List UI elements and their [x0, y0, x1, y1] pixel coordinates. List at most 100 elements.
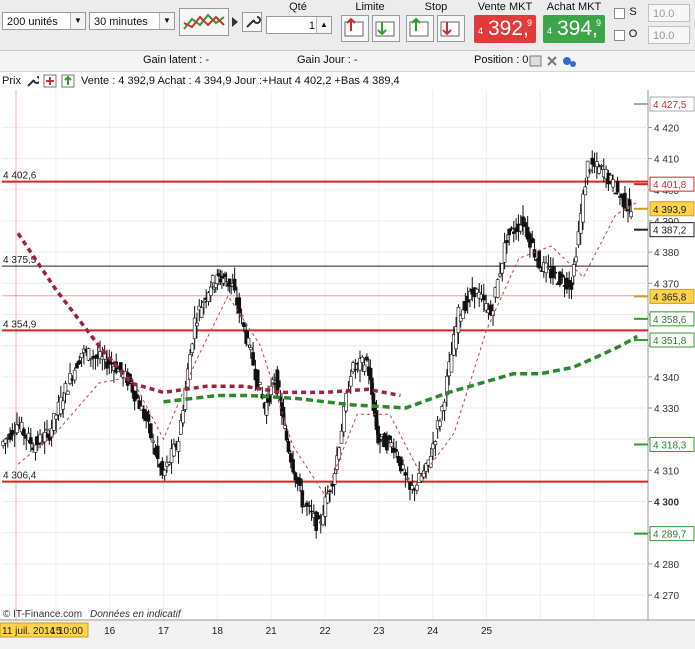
- stop-sell-icon: [440, 21, 460, 37]
- gear-icon[interactable]: [561, 53, 577, 69]
- wrench-icon[interactable]: [242, 12, 262, 32]
- position-detail-icon[interactable]: [529, 54, 543, 68]
- candle-body: [210, 275, 215, 284]
- candle-body: [277, 380, 281, 388]
- candle-body: [65, 390, 70, 395]
- candle-body: [77, 360, 82, 364]
- candle-body: [79, 352, 84, 358]
- gain-latent: Gain latent : -: [143, 54, 210, 66]
- limit-buy-button[interactable]: [341, 15, 369, 42]
- candle-body: [29, 437, 33, 445]
- candle-body: [405, 477, 410, 480]
- candle-body: [242, 322, 246, 327]
- y-tick-label: 4 410: [654, 155, 679, 166]
- limit-buy-icon: [344, 17, 364, 37]
- candle-body: [428, 456, 433, 468]
- candle-body: [42, 432, 47, 443]
- collapse-arrow-icon[interactable]: [230, 14, 240, 30]
- candle-body: [316, 515, 321, 520]
- o-input[interactable]: 10.0: [648, 26, 690, 44]
- candle-body: [328, 490, 332, 493]
- buy-price-main: 394,: [557, 17, 598, 40]
- price-chart[interactable]: 4 2704 2804 3004 3104 3304 3404 3604 370…: [0, 0, 695, 649]
- chevron-down-icon: ▼: [70, 13, 85, 29]
- x-tick-label: 17: [158, 626, 170, 637]
- s-checkbox[interactable]: [614, 8, 625, 19]
- candle-body: [463, 301, 468, 312]
- candle-body: [246, 337, 251, 346]
- s-label: S: [629, 6, 637, 18]
- candle-body: [590, 157, 595, 165]
- qty-input[interactable]: 1 ▲: [266, 16, 332, 34]
- candle-body: [546, 266, 551, 268]
- s-input[interactable]: 10.0: [648, 4, 690, 22]
- candle-body: [442, 401, 447, 411]
- sell-mkt-button[interactable]: 4 392, 9: [474, 15, 536, 43]
- o-checkbox[interactable]: [614, 30, 625, 41]
- y-tick-label: 4 370: [654, 279, 679, 290]
- wrench-icon[interactable]: [25, 74, 39, 88]
- candle-body: [232, 278, 237, 291]
- y-tick-label: 4 340: [654, 373, 679, 384]
- candle-body: [188, 354, 192, 380]
- price-tag-label: 4 393,9: [653, 205, 687, 216]
- level-label: 4 354,9: [3, 319, 37, 330]
- candle-body: [325, 493, 330, 504]
- candle-body: [248, 347, 253, 350]
- add-indicator-icon[interactable]: [43, 74, 57, 88]
- green-arrow-icon[interactable]: [61, 74, 75, 88]
- gain-jour: Gain Jour : -: [297, 54, 358, 66]
- candle-body: [553, 271, 558, 274]
- candle-body: [498, 273, 502, 277]
- candle-body: [558, 271, 562, 285]
- x-tick-label: 11 juil. 2014 10:00: [2, 626, 83, 637]
- units-value: 200 unités: [7, 16, 58, 28]
- stop-sell-button[interactable]: [437, 15, 465, 42]
- price-tag-label: 4 289,7: [653, 530, 687, 541]
- candle-body: [537, 250, 541, 269]
- candle-body: [576, 231, 581, 246]
- candle-body: [190, 343, 195, 353]
- qty-value: 1: [308, 20, 315, 32]
- candle-body: [181, 410, 185, 424]
- y-tick-label: 4 310: [654, 466, 679, 477]
- indicators-chart-icon[interactable]: [179, 8, 229, 36]
- x-tick-label: 23: [373, 626, 385, 637]
- chevron-down-icon: ▼: [159, 13, 174, 29]
- units-select[interactable]: 200 unités ▼: [2, 12, 86, 30]
- stepper-icon[interactable]: ▲: [316, 17, 331, 33]
- candle-body: [544, 262, 548, 274]
- candle-body: [195, 322, 199, 327]
- close-icon[interactable]: [545, 54, 559, 68]
- candle-body: [109, 362, 114, 365]
- candle-body: [307, 505, 312, 507]
- candle-body: [348, 376, 353, 387]
- x-tick-label: 21: [266, 626, 278, 637]
- buy-mkt-label: Achat MKT: [546, 1, 602, 13]
- price-tag-label: 4 351,8: [653, 336, 687, 347]
- stop-buy-button[interactable]: [406, 15, 434, 42]
- candle-body: [433, 441, 438, 446]
- account-info-bar: Gain latent : - Gain Jour : - Position :…: [0, 51, 695, 72]
- candle-body: [38, 434, 42, 444]
- candle-body: [615, 181, 620, 193]
- candle-body: [401, 464, 405, 470]
- limit-sell-button[interactable]: [372, 15, 400, 42]
- candle-body: [22, 428, 26, 436]
- buy-mkt-button[interactable]: 4 394, 9: [543, 15, 605, 43]
- credit-text: © IT-Finance.com: [3, 609, 82, 620]
- y-tick-label: 4 380: [654, 248, 679, 259]
- candle-body: [54, 414, 59, 420]
- trading-toolbar: 200 unités ▼ 30 minutes ▼ Qté 1 ▲ Limite…: [0, 0, 695, 51]
- candle-body: [623, 192, 627, 209]
- sell-mkt-label: Vente MKT: [477, 1, 533, 13]
- candle-body: [135, 394, 139, 399]
- candle-body: [33, 444, 38, 453]
- candle-body: [415, 484, 419, 491]
- y-tick-label: 4 280: [654, 560, 679, 571]
- candle-body: [208, 286, 213, 296]
- candle-body: [532, 249, 537, 258]
- y-tick-label: 4 270: [654, 591, 679, 602]
- candle-body: [512, 231, 516, 234]
- period-select[interactable]: 30 minutes ▼: [89, 12, 175, 30]
